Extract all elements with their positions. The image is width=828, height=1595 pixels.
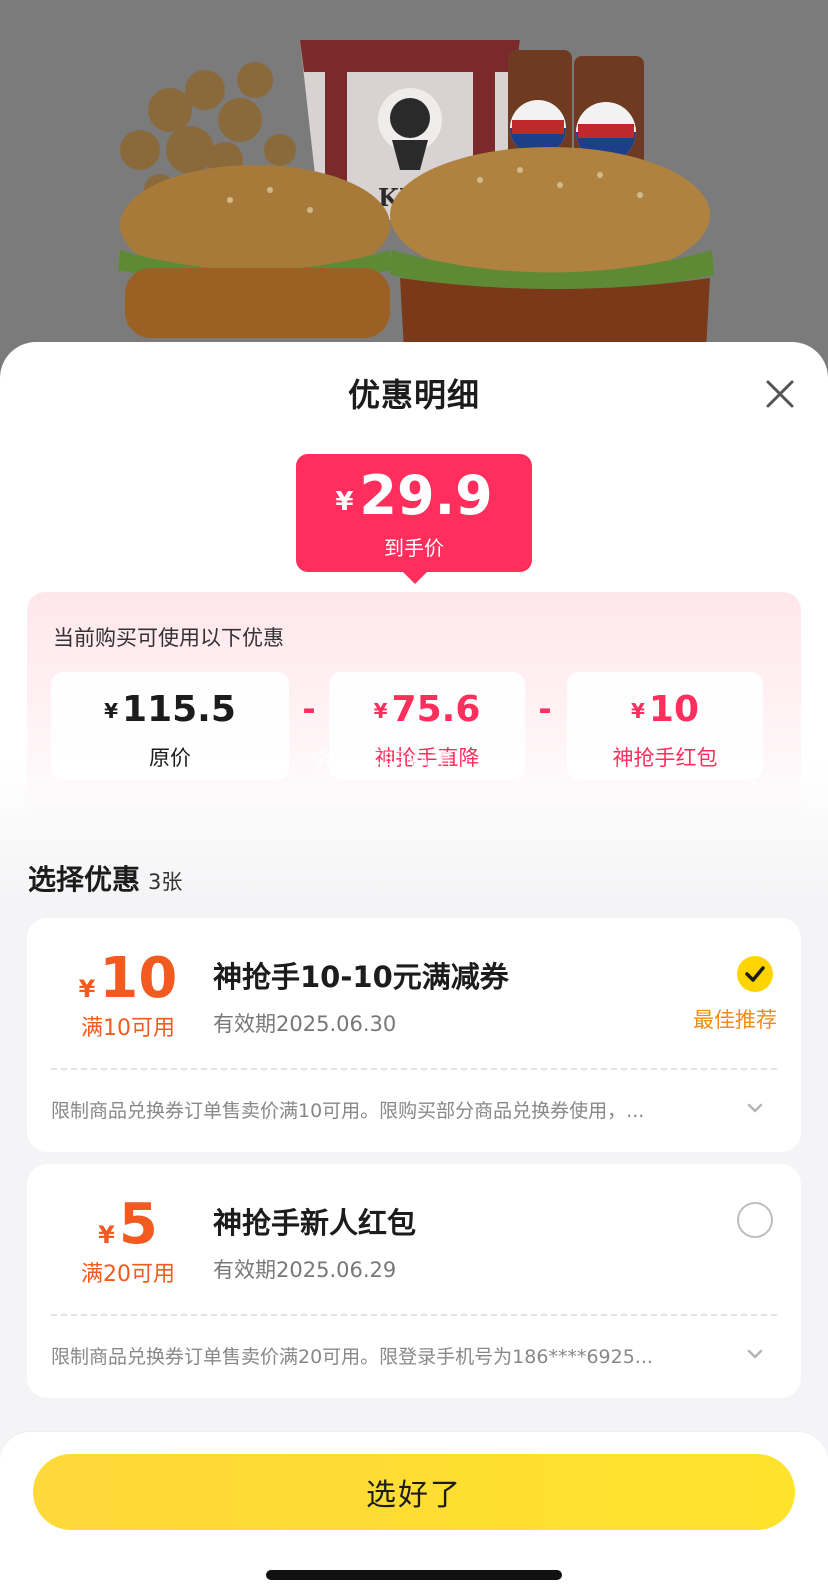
confirm-button[interactable]: 选好了 xyxy=(33,1454,795,1530)
coupon-condition: 满20可用 xyxy=(81,1262,175,1287)
coupon-condition: 满10可用 xyxy=(81,1016,175,1041)
dashed-divider xyxy=(51,1314,777,1316)
chevron-down-icon xyxy=(747,1103,763,1113)
close-icon xyxy=(766,380,794,408)
red-packet-currency: ¥ xyxy=(630,699,645,723)
expand-button[interactable] xyxy=(741,1340,769,1368)
coupon-card[interactable]: ¥5 满20可用 神抢手新人红包 有效期2025.06.29 限制商品兑换券订单… xyxy=(27,1164,801,1398)
expand-button[interactable] xyxy=(741,1094,769,1122)
coupon-count: 3张 xyxy=(148,870,183,894)
best-recommend-tag: 最佳推荐 xyxy=(693,1008,777,1032)
chevron-down-icon xyxy=(747,1349,763,1359)
coupon-section-heading: 选择优惠 3张 xyxy=(28,858,182,898)
minus-sign: - xyxy=(538,690,552,728)
minus-sign: - xyxy=(302,690,316,728)
coupon-select-radio[interactable] xyxy=(737,1202,773,1238)
final-price-label: 到手价 xyxy=(384,536,444,560)
footer-bar: 选好了 xyxy=(0,1432,828,1595)
coupon-value: 5 xyxy=(118,1192,158,1257)
original-price-box: ¥115.5 原价 xyxy=(51,672,289,780)
original-price-value: 115.5 xyxy=(122,689,236,730)
discount-detail-sheet: 优惠明细 ¥29.9 到手价 当前购买可使用以下优惠 ¥115.5 原价 - ¥… xyxy=(0,342,828,1595)
breakdown-title: 当前购买可使用以下优惠 xyxy=(53,626,284,650)
close-button[interactable] xyxy=(758,372,802,416)
kfc-meal-image: KFC xyxy=(118,40,714,350)
home-indicator[interactable] xyxy=(266,1570,562,1580)
coupon-description: 限制商品兑换券订单售卖价满10可用。限购买部分商品兑换券使用，... xyxy=(51,1100,645,1122)
coupon-validity: 有效期2025.06.29 xyxy=(213,1258,397,1282)
original-price-currency: ¥ xyxy=(104,699,119,723)
red-packet-value: 10 xyxy=(648,689,700,730)
price-currency: ¥ xyxy=(335,487,354,517)
final-price-badge: ¥29.9 到手价 xyxy=(296,454,532,584)
coupon-value: 10 xyxy=(99,946,178,1011)
product-image: KFC xyxy=(0,0,828,400)
coupon-description: 限制商品兑换券订单售卖价满20可用。限登录手机号为186****6925... xyxy=(51,1346,653,1368)
coupon-name: 神抢手10-10元满减券 xyxy=(213,960,509,994)
sheet-title: 优惠明细 xyxy=(347,376,480,414)
original-price-label: 原价 xyxy=(149,746,191,770)
coupon-selected-checkbox[interactable] xyxy=(737,956,773,992)
coupon-name: 神抢手新人红包 xyxy=(213,1206,417,1240)
coupon-card[interactable]: ¥10 满10可用 神抢手10-10元满减券 有效期2025.06.30 最佳推… xyxy=(27,918,801,1152)
coupon-validity: 有效期2025.06.30 xyxy=(213,1012,397,1036)
discount-breakdown: 当前购买可使用以下优惠 ¥115.5 原价 - ¥75.6 神抢手直降 - ¥1… xyxy=(27,592,801,822)
red-packet-box: ¥10 神抢手红包 xyxy=(567,672,763,780)
direct-cut-currency: ¥ xyxy=(373,699,388,723)
watermark: 穷得不明办事 xyxy=(311,750,456,775)
final-price: 29.9 xyxy=(359,464,493,527)
red-packet-label: 神抢手红包 xyxy=(612,746,718,770)
dashed-divider xyxy=(51,1068,777,1070)
coupon-currency: ¥ xyxy=(78,975,96,1003)
coupon-section-title: 选择优惠 xyxy=(28,863,141,896)
coupon-currency: ¥ xyxy=(98,1221,115,1249)
direct-cut-value: 75.6 xyxy=(391,689,481,730)
check-icon xyxy=(745,966,765,982)
